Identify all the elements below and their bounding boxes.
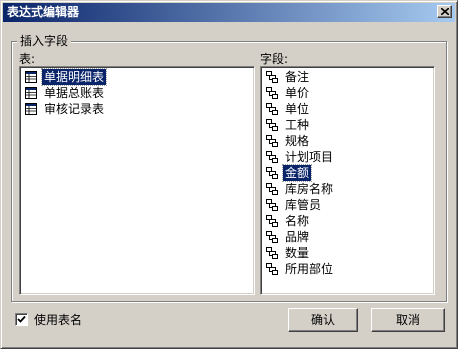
field-icon — [266, 183, 278, 195]
field-item-label: 单价 — [285, 86, 310, 100]
use-table-name-label[interactable]: 使用表名 — [34, 313, 82, 327]
table-item[interactable]: 单据明细表 — [22, 68, 254, 86]
field-item[interactable]: 备注 — [263, 69, 434, 85]
table-icon — [25, 103, 37, 115]
title-bar[interactable]: 表达式编辑器 — [3, 3, 455, 22]
field-item-label: 品牌 — [285, 230, 310, 244]
ok-button[interactable]: 确认 — [288, 308, 358, 332]
checkmark-icon — [17, 315, 26, 323]
field-icon — [266, 215, 278, 227]
field-icon — [266, 151, 278, 163]
field-item[interactable]: 规格 — [263, 133, 434, 149]
field-icon — [266, 87, 278, 99]
field-icon — [266, 231, 278, 243]
field-item[interactable]: 数量 — [263, 245, 434, 261]
fields-listbox[interactable]: 备注单价单位工种规格计划项目 金额 库房名称库管员名称品牌数量所用部位 — [260, 66, 435, 295]
table-item-label: 单据明细表 — [40, 68, 108, 86]
field-item[interactable]: 计划项目 — [263, 149, 434, 165]
field-item[interactable]: 所用部位 — [263, 261, 434, 277]
field-item[interactable]: 工种 — [263, 117, 434, 133]
field-item-label: 规格 — [285, 134, 310, 148]
field-item-label: 备注 — [285, 70, 310, 84]
field-item[interactable]: 品牌 — [263, 229, 434, 245]
table-item[interactable]: 审核记录表 — [22, 101, 254, 117]
table-item-label: 审核记录表 — [44, 102, 105, 116]
field-icon — [266, 263, 278, 275]
field-item-label: 计划项目 — [285, 150, 334, 164]
use-table-name-checkbox[interactable] — [15, 313, 28, 326]
table-icon — [25, 71, 37, 83]
field-item[interactable]: 库管员 — [263, 197, 434, 213]
field-item-label: 库房名称 — [285, 182, 334, 196]
field-item-label: 单位 — [285, 102, 310, 116]
field-item[interactable]: 金额 — [263, 164, 434, 182]
field-item-label: 名称 — [285, 214, 310, 228]
fields-label: 字段: — [260, 52, 289, 66]
field-icon — [266, 167, 278, 179]
field-icon — [266, 71, 278, 83]
table-item-label: 单据总账表 — [44, 86, 105, 100]
window-title: 表达式编辑器 — [7, 5, 80, 19]
cancel-button[interactable]: 取消 — [371, 308, 445, 332]
field-icon — [266, 103, 278, 115]
field-item[interactable]: 单位 — [263, 101, 434, 117]
table-item[interactable]: 单据总账表 — [22, 85, 254, 101]
close-button[interactable] — [437, 5, 452, 18]
tables-listbox[interactable]: 单据明细表 单据总账表审核记录表 — [19, 66, 255, 295]
field-item[interactable]: 名称 — [263, 213, 434, 229]
field-item-label: 工种 — [285, 118, 310, 132]
field-item-label: 金额 — [281, 164, 313, 182]
field-item[interactable]: 单价 — [263, 85, 434, 101]
field-icon — [266, 247, 278, 259]
close-icon — [441, 8, 449, 15]
expression-editor-dialog: 表达式编辑器 插入字段 表: 字段: 单据明细表 单据总账表 审核记录表 备注 单价单… — [0, 0, 458, 349]
field-item-label: 所用部位 — [285, 262, 334, 276]
field-icon — [266, 119, 278, 131]
field-icon — [266, 199, 278, 211]
field-icon — [266, 135, 278, 147]
field-item[interactable]: 库房名称 — [263, 181, 434, 197]
field-item-label: 库管员 — [285, 198, 322, 212]
field-item-label: 数量 — [285, 246, 310, 260]
table-icon — [25, 87, 37, 99]
tables-label: 表: — [19, 52, 36, 66]
insert-field-group-label: 插入字段 — [17, 34, 72, 48]
